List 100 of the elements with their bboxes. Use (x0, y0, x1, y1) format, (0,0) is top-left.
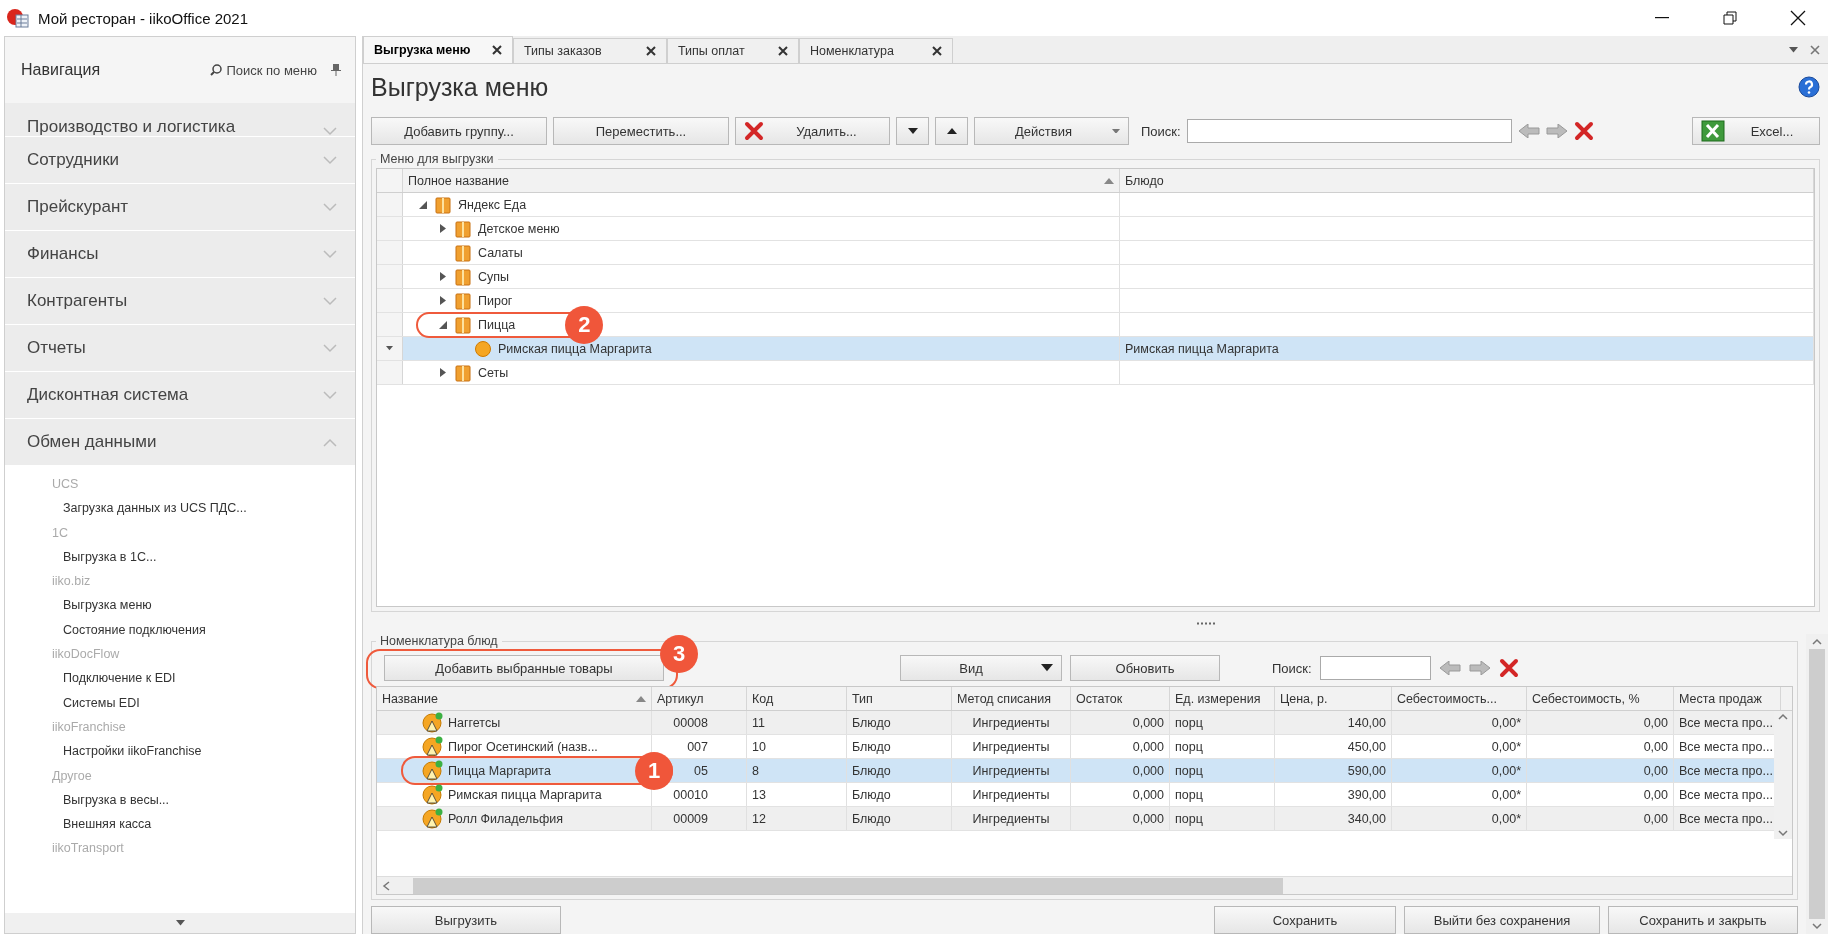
product-warning-icon (422, 711, 444, 734)
product-warning-icon (422, 735, 444, 758)
table-cell: 340,00 (1347, 811, 1386, 826)
tab[interactable]: Типы оплат (667, 38, 799, 63)
scroll-up-icon[interactable] (1812, 638, 1822, 645)
actions-dropdown[interactable]: Действия (974, 117, 1129, 145)
tree-item[interactable]: Салаты (478, 245, 523, 260)
scroll-down-icon[interactable] (1778, 830, 1788, 837)
page-title: Выгрузка меню (371, 72, 550, 102)
scroll-left-icon[interactable] (382, 880, 390, 891)
menu-search-link[interactable]: Поиск по меню (210, 62, 317, 78)
column-header[interactable]: Остаток (1071, 687, 1170, 710)
column-header[interactable]: Себестоимость... (1392, 687, 1527, 710)
column-header[interactable]: Места продаж (1674, 687, 1781, 710)
add-group-button[interactable]: Добавить группу... (371, 117, 547, 145)
product-name[interactable]: Наггетсы (448, 715, 501, 730)
scroll-down-icon[interactable] (1812, 923, 1822, 930)
nav-section[interactable]: Прейскурант (5, 184, 355, 231)
nav-item[interactable]: Выгрузка меню (63, 593, 152, 618)
tree-item[interactable]: Сеты (478, 365, 509, 380)
spreadsheet-icon (1701, 120, 1725, 142)
close-tab-icon[interactable] (492, 45, 502, 55)
column-header[interactable]: Ед. измерения (1170, 687, 1275, 710)
refresh-button[interactable]: Обновить (1070, 655, 1220, 681)
group-title: Меню для выгрузки (379, 152, 495, 166)
column-header[interactable]: Полное название (403, 169, 1120, 192)
nav-item[interactable]: Системы EDI (63, 690, 140, 715)
collapsed-icon[interactable] (440, 224, 446, 233)
nav-section[interactable]: Контрагенты (5, 278, 355, 325)
move-button[interactable]: Переместить... (553, 117, 729, 145)
scroll-up-icon[interactable] (1778, 713, 1788, 720)
nav-section[interactable]: Обмен данными (5, 419, 355, 466)
scrollbar-thumb[interactable] (413, 877, 1283, 894)
close-tab-icon[interactable] (646, 46, 656, 56)
table-cell: 0,000 (1132, 739, 1164, 754)
product-name[interactable]: Пицца Маргарита (448, 763, 551, 778)
tab[interactable]: Номенклатура (799, 38, 953, 63)
folder-icon (454, 243, 472, 262)
nav-section[interactable]: Отчеты (5, 325, 355, 372)
footer-button[interactable]: Выйти без сохранения (1404, 906, 1600, 934)
footer-button[interactable]: Сохранить и закрыть (1608, 906, 1798, 934)
product-name[interactable]: Пирог Осетинский (назв... (448, 739, 598, 754)
close-tab-icon[interactable] (778, 46, 788, 56)
column-header[interactable]: Тип (847, 687, 952, 710)
table-cell: 0,00* (1491, 763, 1521, 778)
nav-item[interactable]: Настройки iikoFranchise (63, 739, 202, 764)
move-up-button[interactable] (935, 117, 968, 145)
tree-item[interactable]: Пицца (478, 317, 516, 332)
help-icon[interactable] (1798, 76, 1820, 98)
collapsed-icon[interactable] (440, 368, 446, 377)
delete-button[interactable]: Удалить... (735, 117, 890, 145)
column-header[interactable]: Себестоимость, % (1527, 687, 1674, 710)
product-name[interactable]: Римская пицца Маргарита (448, 787, 602, 802)
nav-section[interactable]: Финансы (5, 231, 355, 278)
pin-icon[interactable] (331, 64, 341, 76)
column-header[interactable]: Название (377, 687, 652, 710)
tab[interactable]: Выгрузка меню (363, 36, 513, 63)
minimize-icon[interactable] (1655, 17, 1669, 19)
scrollbar-thumb[interactable] (1809, 649, 1825, 919)
close-icon[interactable] (1790, 10, 1806, 26)
column-header[interactable]: Артикул (652, 687, 747, 710)
tab[interactable]: Типы заказов (513, 38, 667, 63)
search-field[interactable] (1319, 656, 1431, 680)
collapsed-icon[interactable] (440, 272, 446, 281)
close-tab-icon[interactable] (932, 46, 942, 56)
add-selected-button[interactable]: Добавить выбранные товары (384, 655, 664, 681)
search-field[interactable] (1186, 119, 1512, 143)
tree-item[interactable]: Детское меню (478, 221, 560, 236)
excel-button[interactable]: Excel... (1692, 117, 1820, 145)
nav-item[interactable]: Выгрузка в 1С... (63, 544, 157, 570)
nav-item[interactable]: Загрузка данных из UCS ПДС... (63, 496, 247, 521)
column-header[interactable]: Код (747, 687, 847, 710)
column-header[interactable]: Метод списания (952, 687, 1071, 710)
nav-item[interactable]: Выгрузка в весы... (63, 787, 170, 813)
tree-item[interactable]: Супы (478, 269, 510, 284)
table-cell: 00008 (673, 715, 708, 730)
move-down-button[interactable] (896, 117, 929, 145)
restore-icon[interactable] (1723, 11, 1737, 25)
product-name[interactable]: Ролл Филадельфия (448, 811, 563, 826)
collapsed-icon[interactable] (440, 296, 446, 305)
nav-section[interactable]: Дисконтная система (5, 372, 355, 419)
splitter-grip-icon[interactable] (1196, 621, 1218, 625)
tree-item[interactable]: Яндекс Еда (458, 197, 527, 212)
tree-item[interactable]: Римская пицца Маргарита (498, 341, 652, 356)
nav-section[interactable]: Сотрудники (5, 137, 355, 184)
nav-item[interactable]: Внешняя касса (63, 812, 152, 837)
table-cell: 390,00 (1347, 787, 1386, 802)
expanded-icon[interactable] (439, 320, 447, 329)
nav-section[interactable]: Производство и логистика (5, 103, 355, 137)
nav-item[interactable]: Подключение к EDI (63, 666, 176, 691)
column-header[interactable]: Блюдо (1120, 169, 1814, 192)
export-button[interactable]: Выгрузить (371, 906, 561, 934)
table-cell: 0,00 (1643, 811, 1668, 826)
nav-item[interactable]: Состояние подключения (63, 617, 206, 643)
expanded-icon[interactable] (419, 200, 427, 209)
tree-item[interactable]: Пирог (478, 293, 513, 308)
column-header[interactable]: Цена, р. (1275, 687, 1392, 710)
footer-button[interactable]: Сохранить (1214, 906, 1396, 934)
view-dropdown[interactable]: Вид (900, 655, 1062, 681)
table-cell: 0,00 (1643, 763, 1668, 778)
